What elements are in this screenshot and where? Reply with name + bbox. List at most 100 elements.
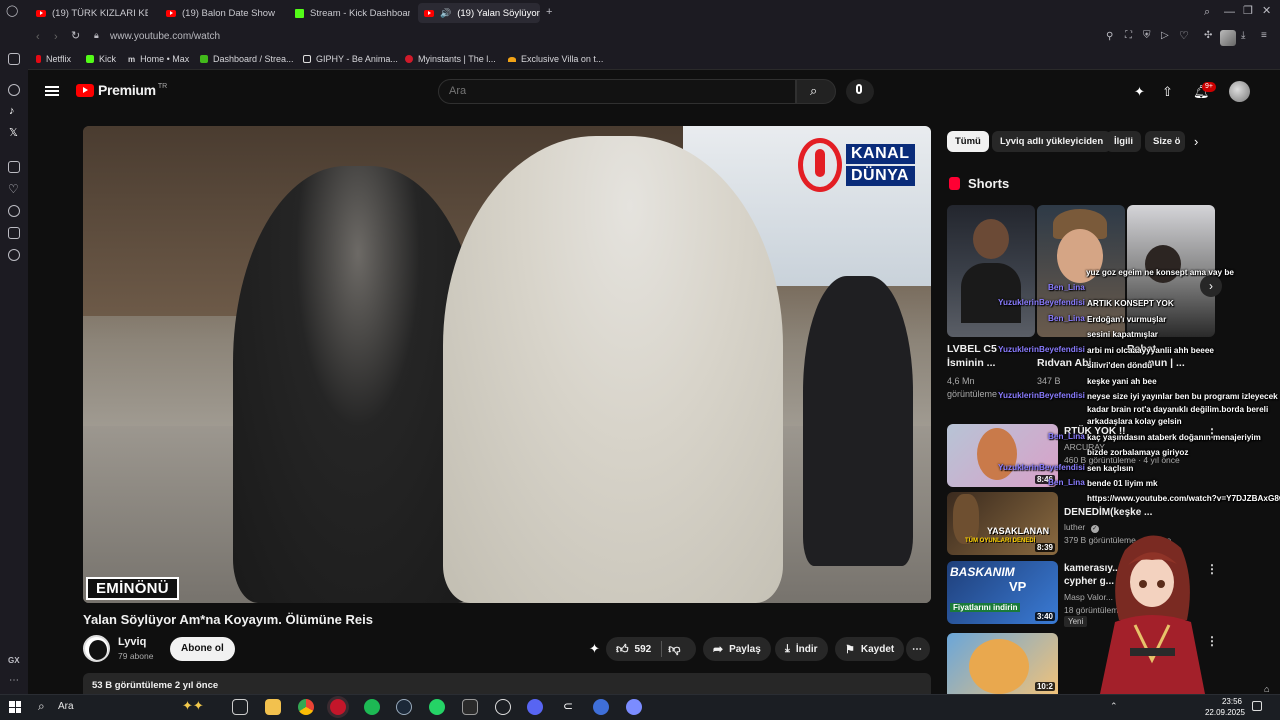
download-button[interactable]: ⤓ İndir xyxy=(775,637,828,661)
obs-icon[interactable] xyxy=(495,699,511,715)
download-icon[interactable]: ⤓ xyxy=(1241,31,1245,41)
file-explorer-icon[interactable] xyxy=(265,699,281,715)
chatgpt-icon[interactable] xyxy=(8,84,20,96)
taskbar-date[interactable]: 22.09.2025 xyxy=(1200,708,1250,717)
menu-lines-icon[interactable]: ≡ xyxy=(1261,31,1267,41)
messenger-icon[interactable] xyxy=(8,53,20,65)
short-1-title-line-2[interactable]: İsminin ... xyxy=(947,357,995,370)
tiktok-icon[interactable]: ♪ xyxy=(9,106,15,117)
bookmark-myinstants[interactable]: Myinstants | The l... xyxy=(405,54,496,64)
tab-2[interactable]: (19) Balon Date Show 23 xyxy=(166,3,278,23)
x-twitter-icon[interactable]: 𝕏 xyxy=(9,128,18,139)
bookmark-kick[interactable]: Kick xyxy=(86,54,116,64)
close-window-icon[interactable]: ✕ xyxy=(1262,6,1271,17)
tab-1[interactable]: (19) TÜRK KIZLARI KEKO xyxy=(36,3,148,23)
extensions-puzzle-icon[interactable]: ✣ xyxy=(1204,31,1212,41)
bookmark-dashboard[interactable]: Dashboard / Strea... xyxy=(200,54,294,64)
epic-games-icon[interactable] xyxy=(462,699,478,715)
notification-center-icon[interactable] xyxy=(1252,701,1262,711)
whatsapp-icon[interactable] xyxy=(429,699,445,715)
bookmark-villa[interactable]: Exclusive Villa on t... xyxy=(508,54,603,64)
more-icon[interactable]: ⋯ xyxy=(9,676,19,686)
search-box[interactable] xyxy=(438,79,796,104)
channel-avatar[interactable] xyxy=(83,635,110,662)
chip-all[interactable]: Tümü xyxy=(947,131,989,152)
shield-icon[interactable]: ⛨ xyxy=(1143,31,1151,41)
short-1-title-line-1[interactable]: LVBEL C5 xyxy=(947,343,997,356)
rec-thumbnail-2[interactable]: YASAKLANAN TÜM OYUNLARI DENEDİ 8:39 xyxy=(947,492,1058,555)
voice-search-button[interactable] xyxy=(846,79,874,104)
url-field[interactable]: www.youtube.com/watch xyxy=(110,31,220,42)
more-actions-button[interactable]: ⋯ xyxy=(906,637,930,661)
save-button[interactable]: ⚑ Kaydet xyxy=(835,637,905,661)
app-purple-icon[interactable] xyxy=(626,699,642,715)
rec-2-channel[interactable]: luther ✓ xyxy=(1064,521,1099,533)
task-view-icon[interactable] xyxy=(232,699,248,715)
short-thumbnail-1[interactable] xyxy=(947,205,1035,337)
gx-label: GX xyxy=(8,656,20,665)
create-icon[interactable]: ✦ xyxy=(1134,84,1145,100)
share-button[interactable]: ➦ Paylaş xyxy=(703,637,771,661)
send-icon[interactable]: ▷ xyxy=(1161,31,1169,41)
chip-for-you[interactable]: Size ö xyxy=(1145,131,1185,152)
taskbar-time[interactable]: 23:56 xyxy=(1212,697,1252,706)
opera-gx-icon[interactable] xyxy=(330,699,346,715)
spotify-icon[interactable] xyxy=(364,699,380,715)
upload-icon[interactable]: ⇧ xyxy=(1162,84,1173,100)
restore-icon[interactable]: ❐ xyxy=(1243,6,1253,17)
speaker-icon[interactable]: 🔊 xyxy=(440,8,451,19)
search-input[interactable] xyxy=(449,85,779,97)
tab-4-active[interactable]: 🔊 (19) Yalan Söylüyor A xyxy=(418,3,540,23)
discord-icon[interactable] xyxy=(527,699,543,715)
ask-ai-sparkle-icon[interactable]: ✦ xyxy=(589,641,600,657)
chrome-icon[interactable] xyxy=(298,699,314,715)
minimize-icon[interactable]: — xyxy=(1224,7,1235,18)
history-icon[interactable] xyxy=(8,205,20,217)
video-player[interactable]: KANAL DÜNYA EMİNÖNÜ xyxy=(83,126,931,603)
like-count[interactable]: 592 xyxy=(635,644,652,655)
tray-chevron-icon[interactable]: ⌃ xyxy=(1110,701,1118,712)
rec-2-title[interactable]: DENEDİM(keşke ... xyxy=(1064,506,1204,519)
bookmark-giphy[interactable]: GIPHY - Be Anima... xyxy=(303,54,398,64)
subscribe-button[interactable]: Abone ol xyxy=(170,637,235,661)
taskbar-search[interactable]: ⌕ Ara ✦✦ xyxy=(32,698,222,716)
chips-next-icon[interactable]: › xyxy=(1194,134,1198,149)
reload-icon[interactable]: ↻ xyxy=(71,31,80,42)
settings-gear-icon[interactable] xyxy=(8,249,20,261)
heart-icon[interactable]: ♡ xyxy=(8,183,19,195)
youtube-premium-logo[interactable]: Premium TR xyxy=(76,82,167,98)
app-blue-icon[interactable] xyxy=(593,699,609,715)
short-2-title-line-2[interactable]: Rıdvan Abi xyxy=(1037,357,1091,370)
search-button[interactable]: ⌕ xyxy=(796,79,836,104)
pin-icon[interactable]: ⚲ xyxy=(1106,32,1113,42)
bookmark-max[interactable]: m Home • Max xyxy=(128,54,189,64)
lock-icon[interactable]: 🔒︎ xyxy=(94,31,99,40)
steam-icon[interactable] xyxy=(396,699,412,715)
channel-name[interactable]: Lyviq xyxy=(118,636,146,648)
search-tabs-icon[interactable]: ⌕ xyxy=(1204,7,1210,18)
short-3-title-line-2[interactable]: nun | ... xyxy=(1148,357,1185,370)
rec-thumbnail-4[interactable]: 10:2 xyxy=(947,633,1058,694)
hamburger-menu-icon[interactable] xyxy=(45,86,59,96)
capcut-icon[interactable]: ⊂ xyxy=(560,699,576,715)
rec-thumbnail-1[interactable]: 8:46 xyxy=(947,424,1058,487)
chip-from-uploader[interactable]: Lyviq adlı yükleyiciden xyxy=(992,131,1112,152)
back-icon[interactable]: ‹ xyxy=(36,32,40,43)
profile-icon[interactable] xyxy=(1220,30,1236,46)
wallet-icon[interactable] xyxy=(8,161,20,173)
extensions-icon[interactable] xyxy=(8,227,20,239)
new-tab-icon[interactable]: + xyxy=(546,7,552,18)
shorts-next-button[interactable]: › xyxy=(1200,275,1222,297)
chip-related[interactable]: İlgili xyxy=(1106,131,1141,152)
account-avatar[interactable] xyxy=(1229,81,1250,102)
bookmark-netflix[interactable]: Netflix xyxy=(36,54,71,64)
snapshot-icon[interactable]: ⛶ xyxy=(1125,31,1132,41)
bookmark-heart-icon[interactable]: ♡ xyxy=(1179,31,1189,42)
windows-start-icon[interactable] xyxy=(9,701,21,713)
thumbs-down-icon[interactable]: 👎︎ xyxy=(668,642,680,657)
rec-thumbnail-3[interactable]: BASKANIM VP Fiyatlarını indirin 3:40 xyxy=(947,561,1058,624)
opera-logo-icon[interactable]: ◯ xyxy=(6,6,18,17)
thumbs-up-icon[interactable]: 👍︎ xyxy=(616,642,629,657)
tab-3[interactable]: Stream - Kick Dashboard xyxy=(295,3,410,23)
forward-icon[interactable]: › xyxy=(54,32,58,43)
